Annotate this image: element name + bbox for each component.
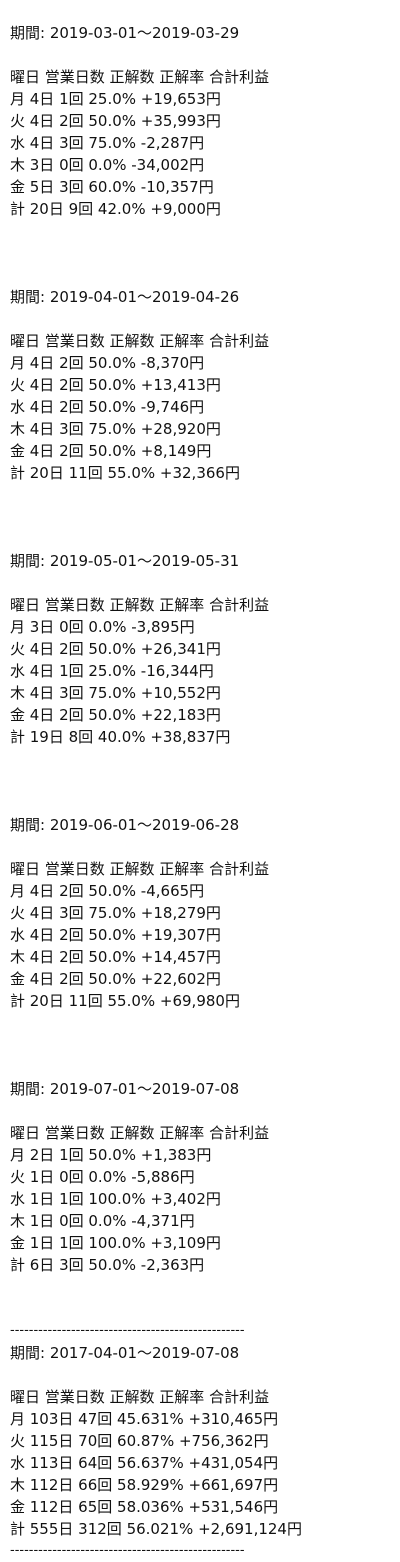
column-header: 曜日 営業日数 正解数 正解率 合計利益 — [10, 1388, 270, 1406]
table-row: 火 4日 3回 75.0% +18,279円 — [10, 904, 221, 922]
column-header: 曜日 営業日数 正解数 正解率 合計利益 — [10, 1124, 270, 1142]
table-row: 月 3日 0回 0.0% -3,895円 — [10, 618, 195, 636]
table-row: 木 4日 3回 75.0% +28,920円 — [10, 420, 221, 438]
table-row: 火 1日 0回 0.0% -5,886円 — [10, 1168, 195, 1186]
table-row: 金 112日 65回 58.036% +531,546円 — [10, 1498, 279, 1516]
table-row: 金 4日 2回 50.0% +22,602円 — [10, 970, 221, 988]
period-label: 期間: 2019-03-01〜2019-03-29 — [10, 24, 240, 42]
summary-block: ----------------------------------------… — [10, 1320, 400, 1562]
table-row: 月 103日 47回 45.631% +310,465円 — [10, 1410, 279, 1428]
column-header: 曜日 営業日数 正解数 正解率 合計利益 — [10, 596, 270, 614]
table-row: 火 4日 2回 50.0% +26,341円 — [10, 640, 221, 658]
period-label: 期間: 2019-04-01〜2019-04-26 — [10, 288, 240, 306]
table-row: 月 4日 2回 50.0% -8,370円 — [10, 354, 205, 372]
table-row: 火 4日 2回 50.0% +35,993円 — [10, 112, 221, 130]
period-block: 期間: 2019-04-01〜2019-04-26 曜日 営業日数 正解数 正解… — [10, 286, 400, 484]
period-block: 期間: 2019-06-01〜2019-06-28 曜日 営業日数 正解数 正解… — [10, 814, 400, 1012]
column-header: 曜日 営業日数 正解数 正解率 合計利益 — [10, 332, 270, 350]
report-page: 期間: 2019-03-01〜2019-03-29 曜日 営業日数 正解数 正解… — [0, 0, 400, 1562]
table-row: 水 4日 3回 75.0% -2,287円 — [10, 134, 205, 152]
table-row: 金 1日 1回 100.0% +3,109円 — [10, 1234, 221, 1252]
table-row: 水 4日 2回 50.0% +19,307円 — [10, 926, 221, 944]
table-row: 木 4日 3回 75.0% +10,552円 — [10, 684, 221, 702]
table-row: 金 5日 3回 60.0% -10,357円 — [10, 178, 214, 196]
table-row: 水 1日 1回 100.0% +3,402円 — [10, 1190, 221, 1208]
table-row: 月 2日 1回 50.0% +1,383円 — [10, 1146, 212, 1164]
total-row: 計 20日 9回 42.0% +9,000円 — [10, 200, 221, 218]
table-row: 金 4日 2回 50.0% +22,183円 — [10, 706, 221, 724]
table-row: 月 4日 1回 25.0% +19,653円 — [10, 90, 221, 108]
total-row: 計 20日 11回 55.0% +32,366円 — [10, 464, 240, 482]
table-row: 水 113日 64回 56.637% +431,054円 — [10, 1454, 279, 1472]
divider-bottom: ----------------------------------------… — [10, 1543, 245, 1558]
period-label: 期間: 2019-05-01〜2019-05-31 — [10, 552, 240, 570]
table-row: 木 3日 0回 0.0% -34,002円 — [10, 156, 205, 174]
table-row: 水 4日 2回 50.0% -9,746円 — [10, 398, 205, 416]
table-row: 木 1日 0回 0.0% -4,371円 — [10, 1212, 195, 1230]
table-row: 木 112日 66回 58.929% +661,697円 — [10, 1476, 279, 1494]
divider-top: ----------------------------------------… — [10, 1323, 245, 1338]
column-header: 曜日 営業日数 正解数 正解率 合計利益 — [10, 68, 270, 86]
table-row: 木 4日 2回 50.0% +14,457円 — [10, 948, 221, 966]
table-row: 金 4日 2回 50.0% +8,149円 — [10, 442, 212, 460]
period-label: 期間: 2017-04-01〜2019-07-08 — [10, 1344, 240, 1362]
total-row: 計 19日 8回 40.0% +38,837円 — [10, 728, 231, 746]
period-block: 期間: 2019-05-01〜2019-05-31 曜日 営業日数 正解数 正解… — [10, 550, 400, 748]
period-label: 期間: 2019-06-01〜2019-06-28 — [10, 816, 240, 834]
period-label: 期間: 2019-07-01〜2019-07-08 — [10, 1080, 240, 1098]
column-header: 曜日 営業日数 正解数 正解率 合計利益 — [10, 860, 270, 878]
total-row: 計 6日 3回 50.0% -2,363円 — [10, 1256, 205, 1274]
total-row: 計 555日 312回 56.021% +2,691,124円 — [10, 1520, 302, 1538]
period-block: 期間: 2019-03-01〜2019-03-29 曜日 営業日数 正解数 正解… — [10, 22, 400, 220]
table-row: 火 4日 2回 50.0% +13,413円 — [10, 376, 221, 394]
table-row: 火 115日 70回 60.87% +756,362円 — [10, 1432, 269, 1450]
period-block: 期間: 2019-07-01〜2019-07-08 曜日 営業日数 正解数 正解… — [10, 1078, 400, 1276]
table-row: 水 4日 1回 25.0% -16,344円 — [10, 662, 214, 680]
total-row: 計 20日 11回 55.0% +69,980円 — [10, 992, 240, 1010]
table-row: 月 4日 2回 50.0% -4,665円 — [10, 882, 205, 900]
